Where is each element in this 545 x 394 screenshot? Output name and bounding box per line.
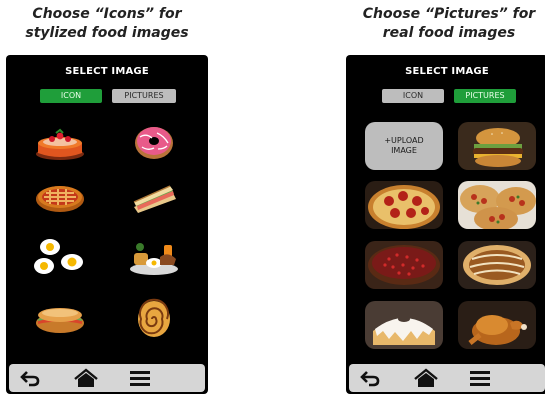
tab-pictures[interactable]: PICTURES: [112, 89, 176, 103]
pictures-select-screen: SELECT IMAGE ICON PICTURES +UPLOAD IMAGE: [346, 55, 545, 394]
pictures-caption-line-1: Choose “Pictures” for: [362, 6, 536, 22]
upload-image-button[interactable]: +UPLOAD IMAGE: [365, 122, 443, 170]
menu-icon[interactable]: [469, 368, 491, 388]
pie-icon[interactable]: [32, 175, 88, 219]
back-icon[interactable]: [359, 368, 381, 388]
upload-label-line-2: IMAGE: [391, 146, 417, 155]
fried-eggs-icon[interactable]: [32, 235, 88, 279]
icons-caption: Choose “Icons” for stylized food images: [2, 5, 212, 43]
sandwich-icon[interactable]: [126, 177, 182, 221]
tab-pictures[interactable]: PICTURES: [454, 89, 516, 103]
nav-bar: [349, 364, 545, 392]
pecan-pie-photo[interactable]: [458, 241, 536, 289]
roast-chicken-photo[interactable]: [458, 301, 536, 349]
cherry-pie-photo[interactable]: [365, 241, 443, 289]
burger-photo[interactable]: [458, 122, 536, 170]
home-icon[interactable]: [413, 368, 439, 388]
pictures-caption: Choose “Pictures” for real food images: [344, 5, 545, 43]
nav-bar: [9, 364, 205, 392]
back-icon[interactable]: [19, 368, 41, 388]
screen-title: SELECT IMAGE: [405, 66, 489, 77]
pictures-caption-line-2: real food images: [382, 25, 516, 41]
tab-icon[interactable]: ICON: [382, 89, 444, 103]
home-icon[interactable]: [73, 368, 99, 388]
breakfast-icon[interactable]: [124, 235, 180, 279]
upload-label-line-1: +UPLOAD: [384, 136, 424, 145]
sub-sandwich-icon[interactable]: [32, 297, 88, 341]
screen-title: SELECT IMAGE: [65, 66, 149, 77]
cake-icon[interactable]: [32, 121, 88, 165]
donut-icon[interactable]: [126, 119, 182, 163]
icons-caption-line-2: stylized food images: [25, 25, 189, 41]
menu-icon[interactable]: [129, 368, 151, 388]
bundt-cake-photo[interactable]: [365, 301, 443, 349]
pepperoni-pizza-photo[interactable]: [365, 181, 443, 229]
icons-caption-line-1: Choose “Icons” for: [32, 6, 182, 22]
pizzas-photo[interactable]: [458, 181, 536, 229]
tab-icon[interactable]: ICON: [40, 89, 102, 103]
cinnamon-roll-icon[interactable]: [126, 295, 182, 339]
icon-select-screen: SELECT IMAGE ICON PICTURES: [6, 55, 208, 394]
